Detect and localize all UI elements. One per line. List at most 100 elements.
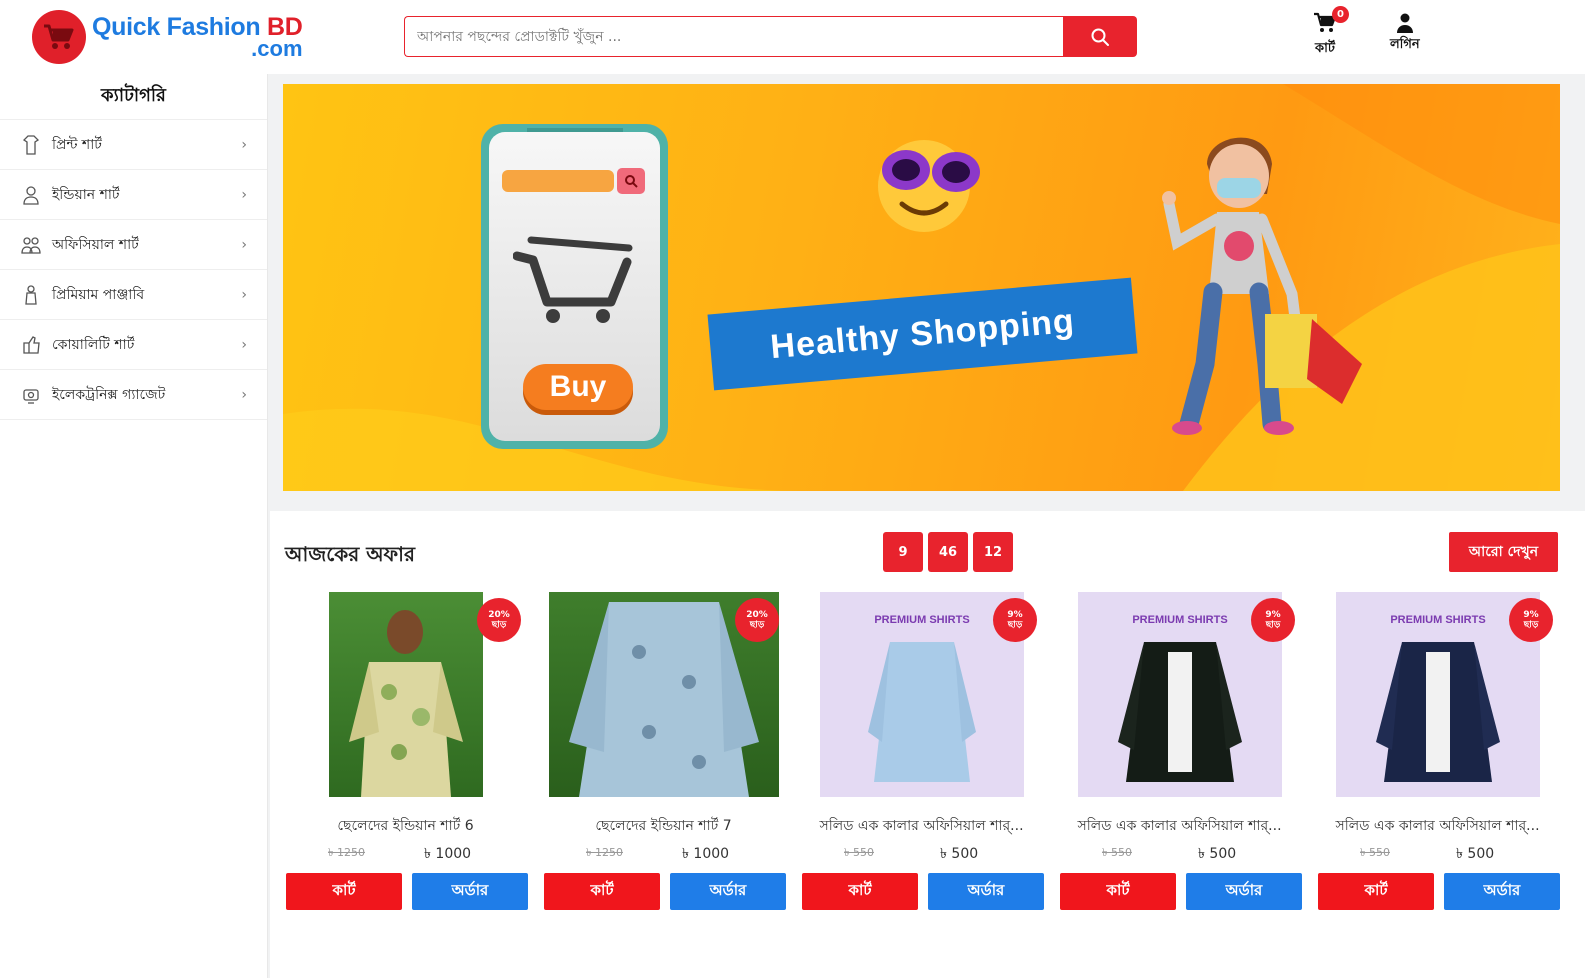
cart-button[interactable]: 0 কার্ট (1313, 6, 1349, 60)
logo-name: Quick Fashion (92, 12, 261, 41)
order-button[interactable]: অর্ডার (1186, 873, 1302, 910)
product-card[interactable]: PREMIUM SHIRTS 9% ছাড় সলিড এক কালার অফি… (800, 590, 1044, 915)
chevron-right-icon: › (241, 336, 247, 353)
timer-seconds: 12 (973, 532, 1013, 572)
product-name[interactable]: সলিড এক কালার অফিসিয়াল শার্... (1058, 814, 1301, 838)
discount-percent: 9% (1265, 609, 1281, 620)
shopper-character (1147, 124, 1377, 444)
quality-icon (20, 334, 42, 356)
search-bar (404, 16, 1137, 57)
promo-banner[interactable]: Buy Healthy Shopping (283, 84, 1560, 491)
order-button[interactable]: অর্ডার (670, 873, 786, 910)
add-to-cart-button[interactable]: কার্ট (1318, 873, 1434, 910)
see-more-button[interactable]: আরো দেখুন (1449, 532, 1558, 572)
sidebar-item-indian-shirt[interactable]: ইন্ডিয়ান শার্ট › (0, 170, 267, 220)
price: ৳ 500 (940, 846, 979, 862)
sidebar-title: ক্যাটাগরি (0, 74, 267, 120)
chevron-right-icon: › (241, 186, 247, 203)
sidebar-item-premium-panjabi[interactable]: প্রিমিয়াম পাঞ্জাবি › (0, 270, 267, 320)
panjabi-icon (20, 284, 42, 306)
sidebar-item-label: ইন্ডিয়ান শার্ট (52, 186, 120, 203)
search-icon (617, 168, 645, 194)
old-price: ৳ 550 (844, 846, 874, 859)
discount-word: ছাড় (1265, 620, 1281, 630)
countdown-timer: 9 46 12 (883, 532, 1013, 572)
people-icon (20, 234, 42, 256)
discount-word: ছাড় (1523, 620, 1539, 630)
product-card[interactable]: 20% ছাড় ছেলেদের ইন্ডিয়ান শার্ট 7 ৳ 125… (542, 590, 786, 915)
phone-illustration: Buy (481, 124, 668, 449)
chevron-right-icon: › (241, 136, 247, 153)
product-card[interactable]: PREMIUM SHIRTS 9% ছাড় সলিড এক কালার অফি… (1316, 590, 1560, 915)
product-name[interactable]: ছেলেদের ইন্ডিয়ান শার্ট 7 (542, 814, 785, 838)
old-price: ৳ 550 (1102, 846, 1132, 859)
product-card[interactable]: PREMIUM SHIRTS 9% ছাড় সলিড এক কালার অফি… (1058, 590, 1302, 915)
discount-word: ছাড় (1007, 620, 1023, 630)
discount-badge: 9% ছাড় (993, 598, 1037, 642)
order-button[interactable]: অর্ডার (412, 873, 528, 910)
sidebar-item-electronics-gadget[interactable]: ইলেকট্রনিক্স গ্যাজেট › (0, 370, 267, 420)
chevron-right-icon: › (241, 386, 247, 403)
order-button[interactable]: অর্ডার (928, 873, 1044, 910)
cart-label: কার্ট (1315, 41, 1335, 56)
discount-badge: 20% ছাড় (735, 598, 779, 642)
timer-minutes: 46 (928, 532, 968, 572)
old-price: ৳ 550 (1360, 846, 1390, 859)
price: ৳ 1000 (424, 846, 472, 862)
login-label: লগিন (1390, 37, 1420, 52)
category-sidebar: ক্যাটাগরি প্রিন্ট শার্ট › ইন্ডিয়ান শার্… (0, 74, 268, 978)
discount-percent: 9% (1007, 609, 1023, 620)
logo-text: Quick Fashion BD .com (92, 12, 303, 61)
section-title: আজকের অফার (285, 542, 415, 566)
search-button[interactable] (1063, 16, 1137, 57)
login-button[interactable]: লগিন (1390, 12, 1420, 56)
headline-text: Healthy Shopping (768, 301, 1077, 366)
discount-badge: 9% ছাড় (1509, 598, 1553, 642)
cart-logo-icon (32, 10, 86, 64)
sidebar-item-print-shirt[interactable]: প্রিন্ট শার্ট › (0, 120, 267, 170)
discount-percent: 20% (488, 609, 510, 620)
buy-badge: Buy (523, 364, 633, 410)
add-to-cart-button[interactable]: কার্ট (802, 873, 918, 910)
old-price: ৳ 1250 (586, 846, 623, 859)
sidebar-item-label: অফিসিয়াল শার্ট (52, 236, 139, 253)
chevron-right-icon: › (241, 286, 247, 303)
discount-percent: 20% (746, 609, 768, 620)
add-to-cart-button[interactable]: কার্ট (1060, 873, 1176, 910)
buy-label: Buy (549, 370, 607, 403)
user-icon (1396, 13, 1413, 33)
order-button[interactable]: অর্ডার (1444, 873, 1560, 910)
search-icon (1091, 28, 1109, 46)
add-to-cart-button[interactable]: কার্ট (286, 873, 402, 910)
sidebar-item-label: প্রিমিয়াম পাঞ্জাবি (52, 286, 145, 303)
add-to-cart-button[interactable]: কার্ট (544, 873, 660, 910)
discount-word: ছাড় (749, 620, 765, 630)
chevron-right-icon: › (241, 236, 247, 253)
product-name[interactable]: সলিড এক কালার অফিসিয়াল শার্... (1316, 814, 1559, 838)
discount-percent: 9% (1523, 609, 1539, 620)
shopping-cart-icon (513, 236, 633, 323)
site-logo[interactable]: Quick Fashion BD .com (32, 10, 303, 64)
person-icon (20, 184, 42, 206)
sidebar-item-label: কোয়ালিটি শার্ট (52, 336, 135, 353)
search-input[interactable] (404, 16, 1063, 57)
price: ৳ 1000 (682, 846, 730, 862)
discount-word: ছাড় (491, 620, 507, 630)
discount-badge: 9% ছাড় (1251, 598, 1295, 642)
old-price: ৳ 1250 (328, 846, 365, 859)
timer-hours: 9 (883, 532, 923, 572)
product-name[interactable]: ছেলেদের ইন্ডিয়ান শার্ট 6 (284, 814, 527, 838)
sidebar-item-label: প্রিন্ট শার্ট (52, 136, 102, 153)
sidebar-item-official-shirt[interactable]: অফিসিয়াল শার্ট › (0, 220, 267, 270)
sunglasses-emoji-icon (866, 136, 980, 232)
site-header: Quick Fashion BD .com 0 কার্ট (0, 0, 1585, 74)
product-image[interactable] (329, 592, 483, 797)
product-card[interactable]: 20% ছাড় ছেলেদের ইন্ডিয়ান শার্ট 6 ৳ 125… (284, 590, 528, 915)
shirt-icon (20, 134, 42, 156)
logo-domain: .com (251, 35, 303, 61)
cart-count-badge: 0 (1332, 6, 1349, 23)
sidebar-item-quality-shirt[interactable]: কোয়ালিটি শার্ট › (0, 320, 267, 370)
sidebar-item-label: ইলেকট্রনিক্স গ্যাজেট (52, 386, 166, 403)
product-name[interactable]: সলিড এক কালার অফিসিয়াল শার্... (800, 814, 1043, 838)
gadget-icon (20, 384, 42, 406)
